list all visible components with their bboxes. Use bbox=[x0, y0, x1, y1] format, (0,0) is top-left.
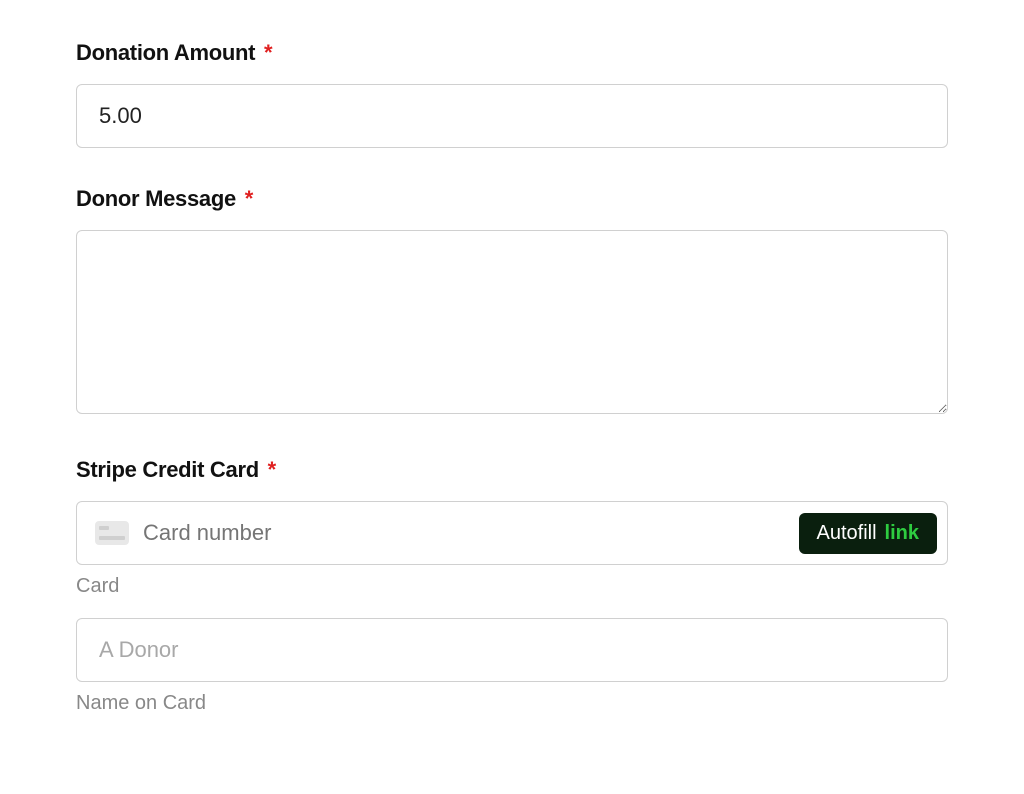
stripe-card-label: Stripe Credit Card * bbox=[76, 457, 948, 483]
name-on-card-field: Name on Card bbox=[76, 618, 948, 715]
required-asterisk: * bbox=[245, 186, 253, 211]
autofill-text: Autofill bbox=[817, 522, 877, 545]
donation-amount-input[interactable] bbox=[76, 84, 948, 148]
name-on-card-helper-text: Name on Card bbox=[76, 692, 948, 715]
autofill-link-text: link bbox=[885, 522, 919, 545]
name-on-card-input[interactable] bbox=[76, 618, 948, 682]
donor-message-label-text: Donor Message bbox=[76, 186, 236, 211]
stripe-card-label-text: Stripe Credit Card bbox=[76, 457, 259, 482]
donation-amount-label-text: Donation Amount bbox=[76, 40, 255, 65]
autofill-link-button[interactable]: Autofill link bbox=[799, 513, 937, 554]
donor-message-group: Donor Message * bbox=[76, 186, 948, 419]
stripe-credit-card-group: Stripe Credit Card * Autofill link Card … bbox=[76, 457, 948, 715]
donation-amount-group: Donation Amount * bbox=[76, 40, 948, 148]
card-number-input[interactable] bbox=[143, 502, 785, 564]
required-asterisk: * bbox=[264, 40, 272, 65]
donation-amount-label: Donation Amount * bbox=[76, 40, 948, 66]
card-number-field: Autofill link Card bbox=[76, 501, 948, 598]
card-helper-text: Card bbox=[76, 575, 948, 598]
credit-card-icon bbox=[95, 521, 129, 545]
required-asterisk: * bbox=[268, 457, 276, 482]
card-number-wrapper: Autofill link bbox=[76, 501, 948, 565]
donor-message-label: Donor Message * bbox=[76, 186, 948, 212]
donor-message-textarea[interactable] bbox=[76, 230, 948, 414]
